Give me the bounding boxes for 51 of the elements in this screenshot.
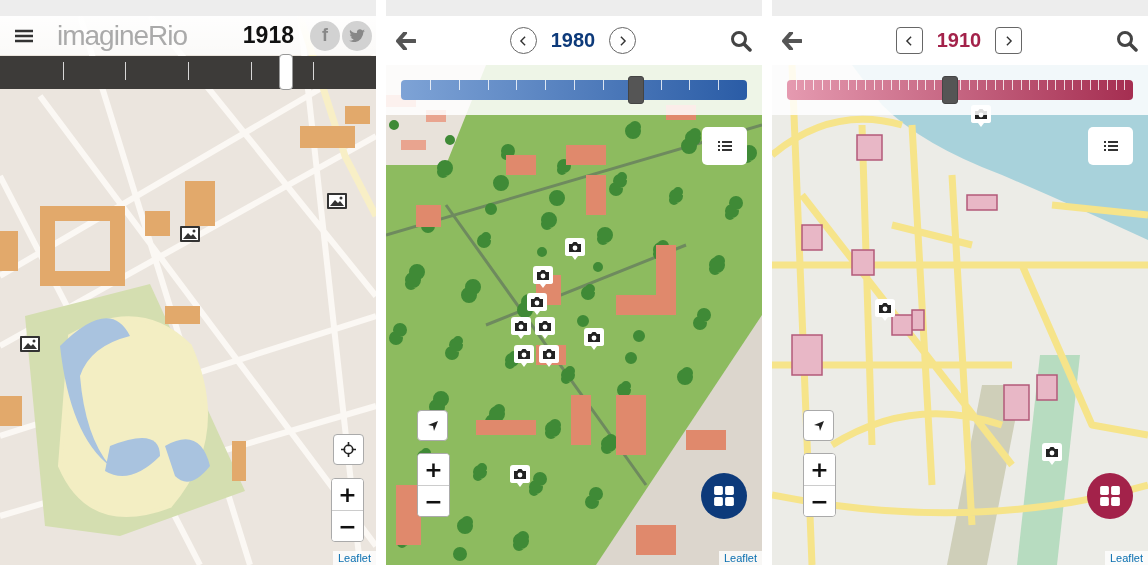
- slider-thumb[interactable]: [278, 54, 293, 90]
- camera-marker-icon[interactable]: [539, 345, 559, 368]
- app-logo: imagineRio: [57, 19, 188, 52]
- back-arrow-icon[interactable]: [396, 31, 416, 50]
- previous-year-button[interactable]: [895, 27, 923, 54]
- leaflet-link[interactable]: Leaflet: [718, 551, 762, 565]
- list-button[interactable]: [1088, 127, 1133, 165]
- slider-thumb[interactable]: [941, 76, 958, 104]
- camera-marker-icon[interactable]: [511, 317, 531, 340]
- year-label: 1910: [936, 29, 982, 52]
- leaflet-link[interactable]: Leaflet: [1104, 551, 1148, 565]
- back-arrow-icon[interactable]: [782, 31, 802, 50]
- grid-icon: [713, 485, 735, 507]
- previous-year-button[interactable]: [509, 27, 537, 54]
- photo-marker-icon[interactable]: [327, 193, 347, 209]
- twitter-button[interactable]: [342, 20, 372, 51]
- camera-marker-icon[interactable]: [527, 293, 547, 316]
- search-icon[interactable]: [730, 29, 752, 52]
- crosshair-icon: [341, 442, 356, 457]
- list-button[interactable]: [702, 127, 747, 165]
- camera-marker-icon[interactable]: [514, 345, 534, 368]
- locate-button[interactable]: [417, 410, 448, 441]
- zoom-out-button[interactable]: −: [418, 485, 449, 516]
- camera-marker-icon[interactable]: [510, 465, 530, 488]
- camera-marker-icon[interactable]: [1042, 443, 1062, 466]
- camera-marker-icon[interactable]: [875, 299, 895, 322]
- next-year-button[interactable]: [995, 27, 1023, 54]
- locate-button[interactable]: [333, 434, 364, 465]
- next-year-button[interactable]: [609, 27, 637, 54]
- navigation-arrow-icon: [812, 419, 825, 432]
- camera-marker-icon[interactable]: [584, 328, 604, 351]
- slider-thumb[interactable]: [628, 76, 645, 104]
- leaflet-link[interactable]: Leaflet: [332, 551, 376, 565]
- bird-icon: [349, 29, 365, 42]
- list-icon: [1103, 141, 1118, 151]
- zoom-out-button[interactable]: −: [804, 485, 835, 516]
- grid-icon: [1099, 485, 1121, 507]
- camera-marker-icon[interactable]: [533, 266, 553, 289]
- search-icon[interactable]: [1116, 29, 1138, 52]
- camera-marker-icon[interactable]: [535, 317, 555, 340]
- photo-marker-icon[interactable]: [20, 336, 40, 352]
- locate-button[interactable]: [803, 410, 834, 441]
- year-label: 1918: [242, 22, 294, 49]
- timeline-slider[interactable]: [0, 56, 376, 89]
- photo-marker-icon[interactable]: [180, 226, 200, 242]
- zoom-out-button[interactable]: −: [332, 510, 363, 541]
- list-icon: [717, 141, 732, 151]
- navigation-arrow-icon: [426, 419, 439, 432]
- camera-marker-icon[interactable]: [565, 238, 585, 261]
- menu-icon[interactable]: [15, 28, 33, 43]
- year-label: 1980: [550, 29, 596, 52]
